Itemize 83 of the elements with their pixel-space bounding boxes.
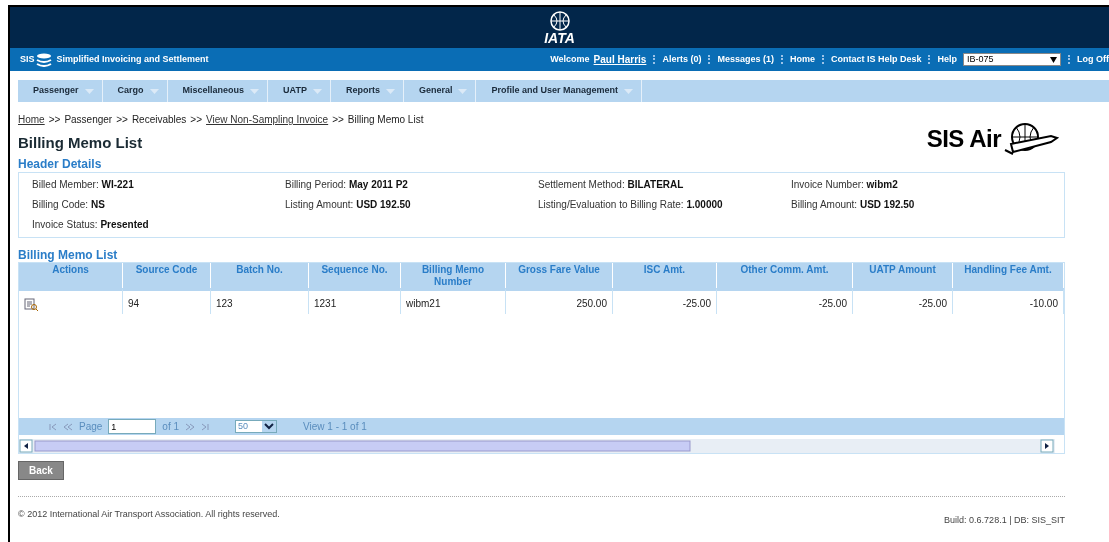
member-select[interactable]: IB-075 xyxy=(963,53,1061,66)
welcome-text: Welcome xyxy=(550,52,590,66)
nav-link-text[interactable]: Alerts (0) xyxy=(662,52,702,67)
detail-field: Invoice Number: wibm2 xyxy=(791,179,1051,191)
table-cell: -10.00 xyxy=(953,288,1064,314)
first-page-icon xyxy=(49,422,57,431)
last-page-icon xyxy=(201,422,210,431)
page-count: of 1 xyxy=(162,420,180,434)
logo-text: IATA xyxy=(544,30,575,45)
nav-link-text[interactable]: Home xyxy=(789,52,815,67)
table-cell: 250.00 xyxy=(506,288,613,314)
breadcrumb-link[interactable]: Home xyxy=(18,114,45,125)
column-header: ISC Amt. xyxy=(613,263,717,288)
breadcrumb-separator: >> xyxy=(190,114,203,125)
table-cell: -25.00 xyxy=(613,288,717,314)
table-cell: 1231 xyxy=(309,288,401,314)
caret-icon xyxy=(624,88,633,94)
breadcrumb-separator: >> xyxy=(332,114,344,125)
stack-icon xyxy=(34,52,53,67)
app-short-name: SIS xyxy=(20,52,35,66)
caret-icon xyxy=(312,88,322,94)
section-title: Billing Memo List xyxy=(18,248,119,262)
user-link[interactable]: Paul Harris xyxy=(593,52,647,67)
column-header: Handling Fee Amt. xyxy=(953,263,1064,288)
column-header: Source Code xyxy=(123,263,211,288)
table-cell: -25.00 xyxy=(717,288,853,314)
menu-item[interactable]: Reports xyxy=(330,80,404,102)
column-header: Other Comm. Amt. xyxy=(717,263,853,288)
column-header: Batch No. xyxy=(211,263,309,288)
breadcrumb-separator: >> xyxy=(116,114,128,125)
caret-icon xyxy=(385,88,395,94)
detail-field: Settlement Method: BILATERAL xyxy=(538,179,791,191)
menu-item[interactable]: Cargo xyxy=(102,80,168,102)
column-header: Sequence No. xyxy=(309,263,401,288)
page-label: Page xyxy=(79,420,103,434)
caret-icon xyxy=(250,88,260,94)
table-cell: 94 xyxy=(123,288,211,314)
column-header: UATP Amount xyxy=(853,263,953,288)
menu-item[interactable]: Profile and User Management xyxy=(476,80,642,102)
build-info: Build: 0.6.728.1 | DB: SIS_SIT xyxy=(944,515,1065,526)
nav-link-text[interactable]: Help xyxy=(937,52,957,67)
page-title: Billing Memo List xyxy=(18,134,143,152)
detail-field: Listing/Evaluation to Billing Rate: 1.00000 xyxy=(538,199,791,211)
breadcrumb-link[interactable]: View Non-Sampling Invoice xyxy=(206,114,329,125)
menu-item[interactable]: UATP xyxy=(268,80,331,102)
detail-field: Listing Amount: USD 192.50 xyxy=(285,199,538,211)
view-range: View 1 - 1 of 1 xyxy=(303,420,367,434)
menu-item[interactable]: Miscellaneous xyxy=(167,80,269,102)
dropdown-arrow-icon xyxy=(262,421,277,432)
table-cell: 123 xyxy=(211,288,309,314)
column-header: Gross Fare Value xyxy=(506,263,613,288)
copyright-text: © 2012 International Air Transport Association. All rights reserved. xyxy=(18,509,280,521)
nav-link-text[interactable]: Contact IS Help Desk xyxy=(830,52,922,67)
detail-field: Billed Member: WI-221 xyxy=(32,179,285,191)
page-size-select[interactable]: 50 xyxy=(235,420,278,433)
logo-text: SIS Air xyxy=(926,124,1001,154)
detail-field: Billing Period: May 2011 P2 xyxy=(285,179,538,191)
back-button[interactable]: Back xyxy=(18,461,64,480)
table-cell: wibm21 xyxy=(401,288,506,314)
menu-item[interactable]: Passenger xyxy=(18,80,103,102)
section-title: Header Details xyxy=(18,157,103,171)
detail-field: Billing Amount: USD 192.50 xyxy=(791,199,1051,211)
previous-page-icon xyxy=(63,422,73,431)
nav-link-text[interactable]: Messages (1) xyxy=(717,52,774,67)
view-icon[interactable] xyxy=(24,297,38,311)
caret-icon xyxy=(84,88,94,94)
breadcrumb-text: Billing Memo List xyxy=(347,114,424,125)
menu-item[interactable]: General xyxy=(403,80,477,102)
caret-icon xyxy=(458,88,468,94)
breadcrumb-text: Passenger xyxy=(64,114,113,125)
column-header: Billing Memo Number xyxy=(401,263,506,288)
breadcrumb-text: Receivables xyxy=(131,114,187,125)
caret-icon xyxy=(149,88,159,94)
dropdown-arrow-icon xyxy=(1050,56,1057,63)
breadcrumb-separator: >> xyxy=(48,114,61,125)
app-title: Simplified Invoicing and Settlement xyxy=(56,52,209,66)
detail-field: Invoice Status: Presented xyxy=(32,219,285,231)
detail-field: Billing Code: NS xyxy=(32,199,285,211)
page-input[interactable]: 1 xyxy=(108,419,157,434)
table-cell: -25.00 xyxy=(853,288,953,314)
column-header: Actions xyxy=(19,263,123,288)
logoff-link[interactable]: Log Off xyxy=(1077,52,1109,67)
next-page-icon xyxy=(185,422,196,431)
